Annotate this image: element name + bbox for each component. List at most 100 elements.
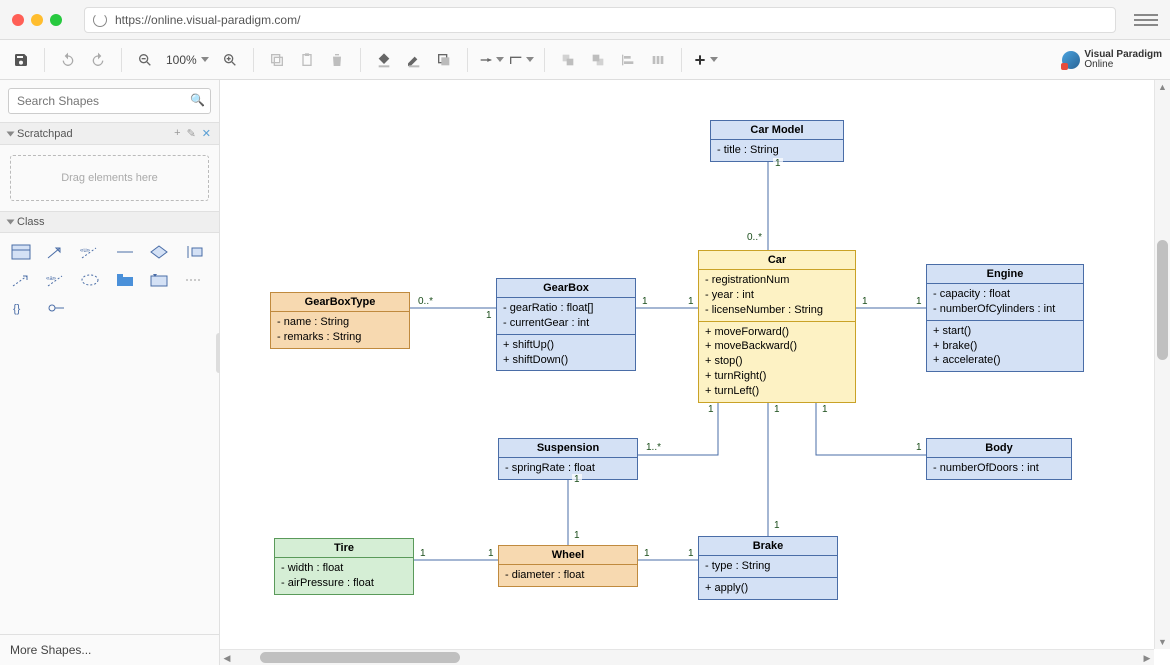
shape-dependency[interactable] [10, 271, 32, 289]
vscroll-thumb[interactable] [1157, 240, 1168, 360]
undo-button[interactable] [55, 47, 81, 73]
add-button[interactable] [692, 47, 718, 73]
distribute-button[interactable] [645, 47, 671, 73]
shadow-button[interactable] [431, 47, 457, 73]
align-button[interactable] [615, 47, 641, 73]
toolbar: 100% Visual ParadigmOnline [0, 40, 1170, 80]
horizontal-scrollbar[interactable]: ◀ ▶ [220, 649, 1154, 665]
hamburger-menu-icon[interactable] [1134, 14, 1158, 26]
uml-wheel[interactable]: Wheel - diameter : float [498, 545, 638, 587]
zoom-in-button[interactable] [217, 47, 243, 73]
chevron-down-icon [710, 57, 718, 62]
uml-car[interactable]: Car - registrationNum - year : int - lic… [698, 250, 856, 403]
scroll-left-arrow[interactable]: ◀ [220, 650, 234, 665]
shapes-palette: «u» «a» {} [0, 233, 219, 327]
vertical-scrollbar[interactable]: ▲ ▼ [1154, 80, 1170, 649]
scratchpad-add-icon[interactable]: + [174, 127, 180, 140]
shape-class[interactable] [10, 243, 32, 261]
waypoint-style-button[interactable] [508, 47, 534, 73]
scratchpad-dropzone[interactable]: Drag elements here [10, 155, 209, 201]
vp-logo: Visual ParadigmOnline [1062, 50, 1162, 70]
scroll-right-arrow[interactable]: ▶ [1140, 650, 1154, 665]
uml-suspension[interactable]: Suspension - springRate : float [498, 438, 638, 480]
zoom-out-button[interactable] [132, 47, 158, 73]
search-icon[interactable]: 🔍 [190, 93, 205, 107]
mult-carmodel-many: 0..* [745, 232, 764, 243]
uml-brake[interactable]: Brake - type : String + apply() [698, 536, 838, 600]
shape-nary[interactable] [148, 243, 170, 261]
shape-generalization[interactable] [45, 243, 67, 261]
vp-logo-icon [1062, 51, 1080, 69]
sidebar: 🔍 Scratchpad + ✎ ✕ Drag elements here Cl… [0, 80, 220, 665]
url-text: https://online.visual-paradigm.com/ [115, 13, 300, 27]
minimize-window-icon[interactable] [31, 14, 43, 26]
shape-anchor[interactable] [45, 299, 67, 317]
scroll-up-arrow[interactable]: ▲ [1155, 80, 1170, 94]
collapse-icon [7, 131, 15, 136]
copy-button[interactable] [264, 47, 290, 73]
canvas-area[interactable]: Car Model - title : String Car - registr… [220, 80, 1170, 665]
mult-car-brake-t: 1 [772, 404, 782, 415]
delete-button[interactable] [324, 47, 350, 73]
collapse-icon [7, 220, 15, 225]
shape-usage[interactable]: «u» [79, 243, 101, 261]
shape-package[interactable] [114, 271, 136, 289]
search-shapes-input[interactable] [8, 88, 211, 114]
to-front-button[interactable] [555, 47, 581, 73]
uml-tire[interactable]: Tire - width : float - airPressure : flo… [274, 538, 414, 595]
mult-susp-wheel-b: 1 [572, 530, 582, 541]
reload-icon[interactable] [93, 13, 107, 27]
chevron-down-icon [201, 57, 209, 62]
mult-wheel-brake-l: 1 [642, 548, 652, 559]
mult-gbt-1: 1 [484, 310, 494, 321]
mult-car-eng-l: 1 [860, 296, 870, 307]
shape-association[interactable] [114, 243, 136, 261]
mult-carmodel-1: 1 [773, 158, 783, 169]
uml-car-model[interactable]: Car Model - title : String [710, 120, 844, 162]
browser-chrome: https://online.visual-paradigm.com/ [0, 0, 1170, 40]
maximize-window-icon[interactable] [50, 14, 62, 26]
line-color-button[interactable] [401, 47, 427, 73]
svg-text:{}: {} [13, 303, 21, 315]
close-window-icon[interactable] [12, 14, 24, 26]
uml-body[interactable]: Body - numberOfDoors : int [926, 438, 1072, 480]
chevron-down-icon [526, 57, 534, 62]
paste-button[interactable] [294, 47, 320, 73]
mult-car-brake-b: 1 [772, 520, 782, 531]
uml-gearboxtype[interactable]: GearBoxType - name : String - remarks : … [270, 292, 410, 349]
traffic-lights [12, 14, 62, 26]
mult-car-susp-r: 1..* [644, 442, 663, 453]
uml-engine[interactable]: Engine - capacity : float - numberOfCyli… [926, 264, 1084, 372]
shape-assoc-class[interactable] [183, 243, 205, 261]
more-shapes-link[interactable]: More Shapes... [0, 634, 219, 665]
mult-car-body-b: 1 [914, 442, 924, 453]
chevron-down-icon [496, 57, 504, 62]
url-bar[interactable]: https://online.visual-paradigm.com/ [84, 7, 1116, 33]
mult-wheel-brake-r: 1 [686, 548, 696, 559]
scratchpad-header[interactable]: Scratchpad + ✎ ✕ [0, 122, 219, 145]
class-section-header[interactable]: Class [0, 211, 219, 233]
mult-tire-wheel-l: 1 [418, 548, 428, 559]
scratchpad-edit-icon[interactable]: ✎ [187, 127, 196, 140]
shape-abstraction[interactable]: «a» [45, 271, 67, 289]
shape-constraint[interactable]: {} [10, 299, 32, 317]
mult-gb-car-l: 1 [640, 296, 650, 307]
mult-susp-wheel-t: 1 [572, 474, 582, 485]
scratchpad-close-icon[interactable]: ✕ [202, 127, 211, 140]
shape-collaboration[interactable] [79, 271, 101, 289]
mult-car-susp-t: 1 [706, 404, 716, 415]
uml-gearbox[interactable]: GearBox - gearRatio : float[] - currentG… [496, 278, 636, 371]
fill-color-button[interactable] [371, 47, 397, 73]
save-button[interactable] [8, 47, 34, 73]
shape-note[interactable] [183, 271, 205, 289]
to-back-button[interactable] [585, 47, 611, 73]
shape-model[interactable] [148, 271, 170, 289]
zoom-dropdown[interactable]: 100% [162, 53, 213, 67]
mult-car-body-t: 1 [820, 404, 830, 415]
hscroll-thumb[interactable] [260, 652, 460, 663]
mult-car-eng-r: 1 [914, 296, 924, 307]
mult-gb-car-r: 1 [686, 296, 696, 307]
connection-style-button[interactable] [478, 47, 504, 73]
redo-button[interactable] [85, 47, 111, 73]
scroll-down-arrow[interactable]: ▼ [1155, 635, 1170, 649]
